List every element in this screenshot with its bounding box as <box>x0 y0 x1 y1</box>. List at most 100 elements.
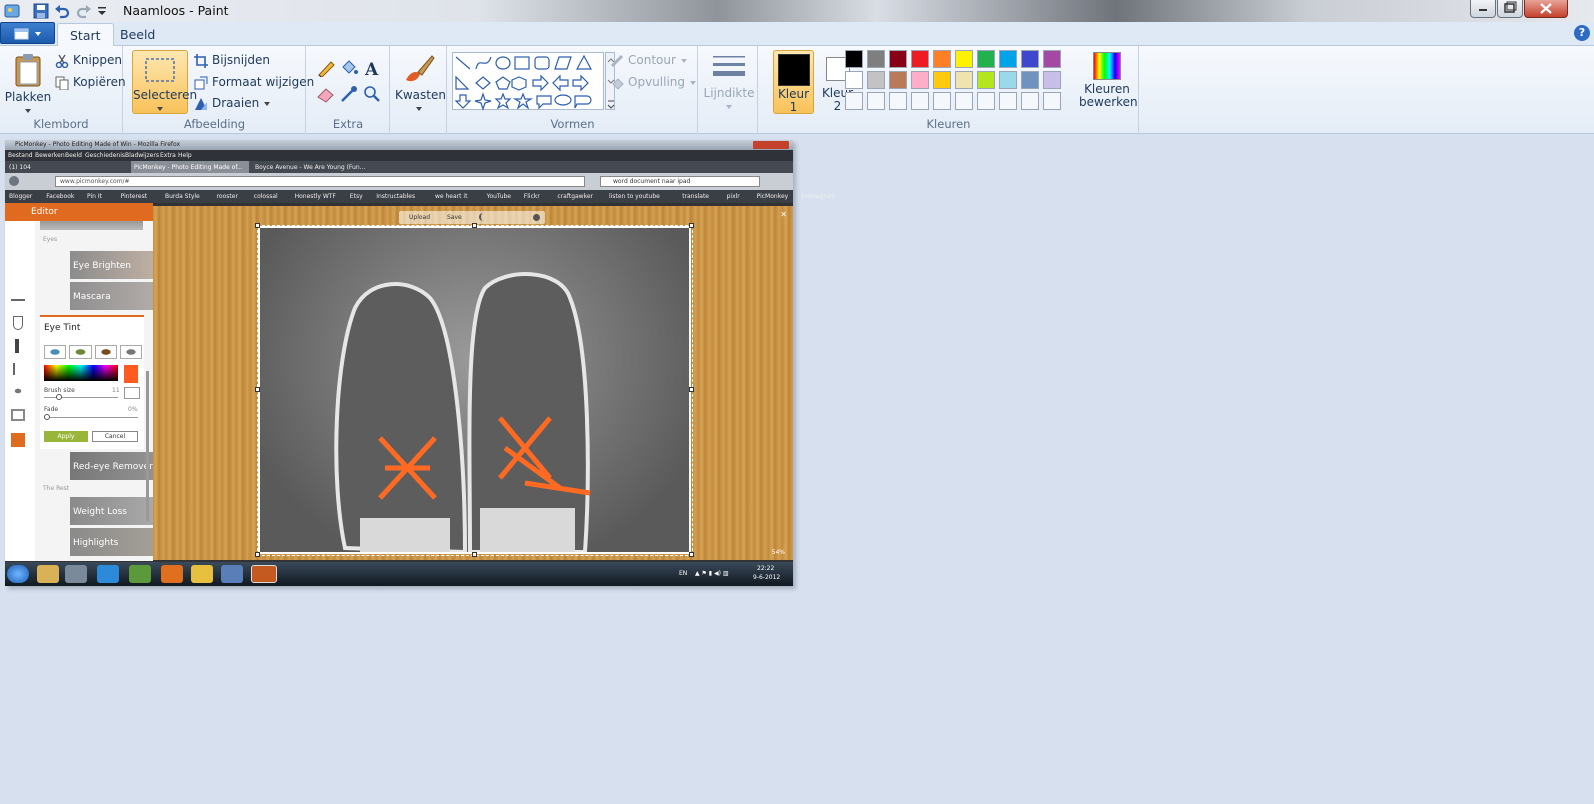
undo-icon-pm[interactable] <box>479 213 487 221</box>
redo-icon[interactable] <box>76 3 92 19</box>
palette-color-9[interactable] <box>1043 50 1061 68</box>
selection-handle-tl[interactable] <box>255 223 260 228</box>
eye-preset-blue[interactable] <box>44 345 67 359</box>
custom-color-slot-4[interactable] <box>933 92 951 110</box>
outline-button[interactable]: Contour <box>610 51 688 69</box>
selection-handle-tr[interactable] <box>689 223 694 228</box>
bookmark-8[interactable]: Etsy <box>350 193 363 200</box>
start-orb-icon[interactable] <box>7 565 29 583</box>
palette-color-17[interactable] <box>999 71 1017 89</box>
text-p-icon[interactable] <box>13 363 23 375</box>
ff-tab-2[interactable]: Boyce Avenue - We Are Young (Fun... <box>255 164 375 171</box>
eye-preset-brown[interactable] <box>94 345 117 359</box>
palette-color-18[interactable] <box>1021 71 1039 89</box>
panel-scrollbar[interactable] <box>146 371 149 521</box>
text-tool[interactable]: A <box>361 58 382 80</box>
palette-color-15[interactable] <box>955 71 973 89</box>
shapes-gallery[interactable] <box>452 52 604 111</box>
bookmark-11[interactable]: YouTube <box>487 193 511 200</box>
palette-color-12[interactable] <box>889 71 907 89</box>
selection-handle-l[interactable] <box>255 387 260 392</box>
taskbar-app-icon[interactable] <box>65 565 87 583</box>
ff-back-icon[interactable] <box>9 176 19 186</box>
custom-color-slot-2[interactable] <box>889 92 907 110</box>
edit-colors-button[interactable]: Kleuren bewerken <box>1079 50 1138 114</box>
fill-tool[interactable] <box>338 58 359 78</box>
size-button[interactable]: Lijndikte <box>703 52 755 114</box>
touchup-icon[interactable] <box>15 339 19 353</box>
color1-button[interactable]: Kleur 1 <box>773 50 814 114</box>
apply-button[interactable]: Apply <box>44 431 88 442</box>
brushes-button[interactable]: Kwasten <box>395 52 446 114</box>
undo-icon[interactable] <box>54 3 70 19</box>
close-editor-icon[interactable]: ✕ <box>780 210 787 219</box>
effects-icon[interactable] <box>13 316 23 330</box>
help-icon[interactable]: ? <box>1574 25 1590 41</box>
custom-color-slot-6[interactable] <box>977 92 995 110</box>
selection-handle-br[interactable] <box>689 552 694 557</box>
minimize-button[interactable] <box>1470 0 1496 18</box>
ff-menu-6[interactable]: Help <box>178 152 192 159</box>
bookmark-7[interactable]: Honestly WTF <box>295 193 336 200</box>
close-button[interactable] <box>1524 0 1568 18</box>
ff-menu-0[interactable]: Bestand <box>8 152 33 159</box>
palette-color-7[interactable] <box>999 50 1017 68</box>
ff-tab-1[interactable]: PicMonkey - Photo Editing Made of... <box>131 161 249 173</box>
bookmark-10[interactable]: we heart it <box>435 193 467 200</box>
color-spectrum[interactable] <box>44 365 118 381</box>
selection-handle-b[interactable] <box>472 552 477 557</box>
custom-color-slot-3[interactable] <box>911 92 929 110</box>
eraser-toggle[interactable] <box>124 387 140 399</box>
firefox-active-icon[interactable] <box>251 565 277 583</box>
selection-handle-t[interactable] <box>472 223 477 228</box>
bookmark-6[interactable]: colossal <box>254 193 278 200</box>
tray-icons[interactable]: ▲ ⚑ ▮ ◀) ▥ <box>695 570 729 577</box>
tab-beeld[interactable]: Beeld <box>108 23 167 46</box>
palette-color-13[interactable] <box>911 71 929 89</box>
bookmark-5[interactable]: rooster <box>217 193 238 200</box>
network-app-icon[interactable] <box>129 565 151 583</box>
ff-menu-3[interactable]: Geschiedenis <box>85 152 125 159</box>
upload-button[interactable]: Upload <box>409 214 430 221</box>
color-picker-tool[interactable] <box>338 84 359 104</box>
custom-color-slot-9[interactable] <box>1043 92 1061 110</box>
zoom-level[interactable]: 54% <box>772 549 785 556</box>
palette-color-19[interactable] <box>1043 71 1061 89</box>
customize-qat-icon[interactable] <box>97 3 113 19</box>
bookmark-3[interactable]: Pinterest <box>121 193 148 200</box>
bookmark-16[interactable]: pixlr <box>727 193 740 200</box>
ff-searchbar[interactable]: word document naar ipad <box>600 176 760 187</box>
rotate-button[interactable]: Draaien <box>194 94 271 112</box>
bookmark-2[interactable]: Pin It <box>87 193 102 200</box>
custom-color-slot-8[interactable] <box>1021 92 1039 110</box>
palette-color-0[interactable] <box>845 50 863 68</box>
ff-menu-5[interactable]: Extra <box>160 152 176 159</box>
bookmark-12[interactable]: Flickr <box>524 193 540 200</box>
messenger-icon[interactable] <box>97 565 119 583</box>
eye-preset-green[interactable] <box>69 345 92 359</box>
palette-color-4[interactable] <box>933 50 951 68</box>
paint-menu-button[interactable] <box>0 22 55 44</box>
palette-color-14[interactable] <box>933 71 951 89</box>
overlays-icon[interactable] <box>11 386 25 396</box>
resize-button[interactable]: Formaat wijzigen <box>194 73 314 91</box>
palette-color-2[interactable] <box>889 50 907 68</box>
custom-color-slot-1[interactable] <box>867 92 885 110</box>
canvas-image[interactable]: PicMonkey - Photo Editing Made of Win - … <box>5 140 836 586</box>
cut-button[interactable]: Knippen <box>55 51 122 69</box>
tray-date[interactable]: 9-6-2012 <box>753 574 780 581</box>
bookmark-9[interactable]: Instructables <box>376 193 415 200</box>
eye-preset-gray[interactable] <box>119 345 142 359</box>
custom-color-slot-0[interactable] <box>845 92 863 110</box>
ff-menu-1[interactable]: Bewerken <box>35 152 65 159</box>
palette-color-8[interactable] <box>1021 50 1039 68</box>
copy-button[interactable]: Kopiëren <box>55 73 126 91</box>
tray-time[interactable]: 22:22 <box>757 565 774 572</box>
paste-button[interactable]: Plakken <box>4 52 52 114</box>
select-button[interactable]: Selecteren <box>132 50 197 114</box>
word-icon[interactable] <box>221 565 243 583</box>
pencil-tool[interactable] <box>315 58 336 78</box>
palette-color-1[interactable] <box>867 50 885 68</box>
settings-icon-pm[interactable] <box>533 214 540 221</box>
brush-size-handle[interactable] <box>56 394 62 400</box>
